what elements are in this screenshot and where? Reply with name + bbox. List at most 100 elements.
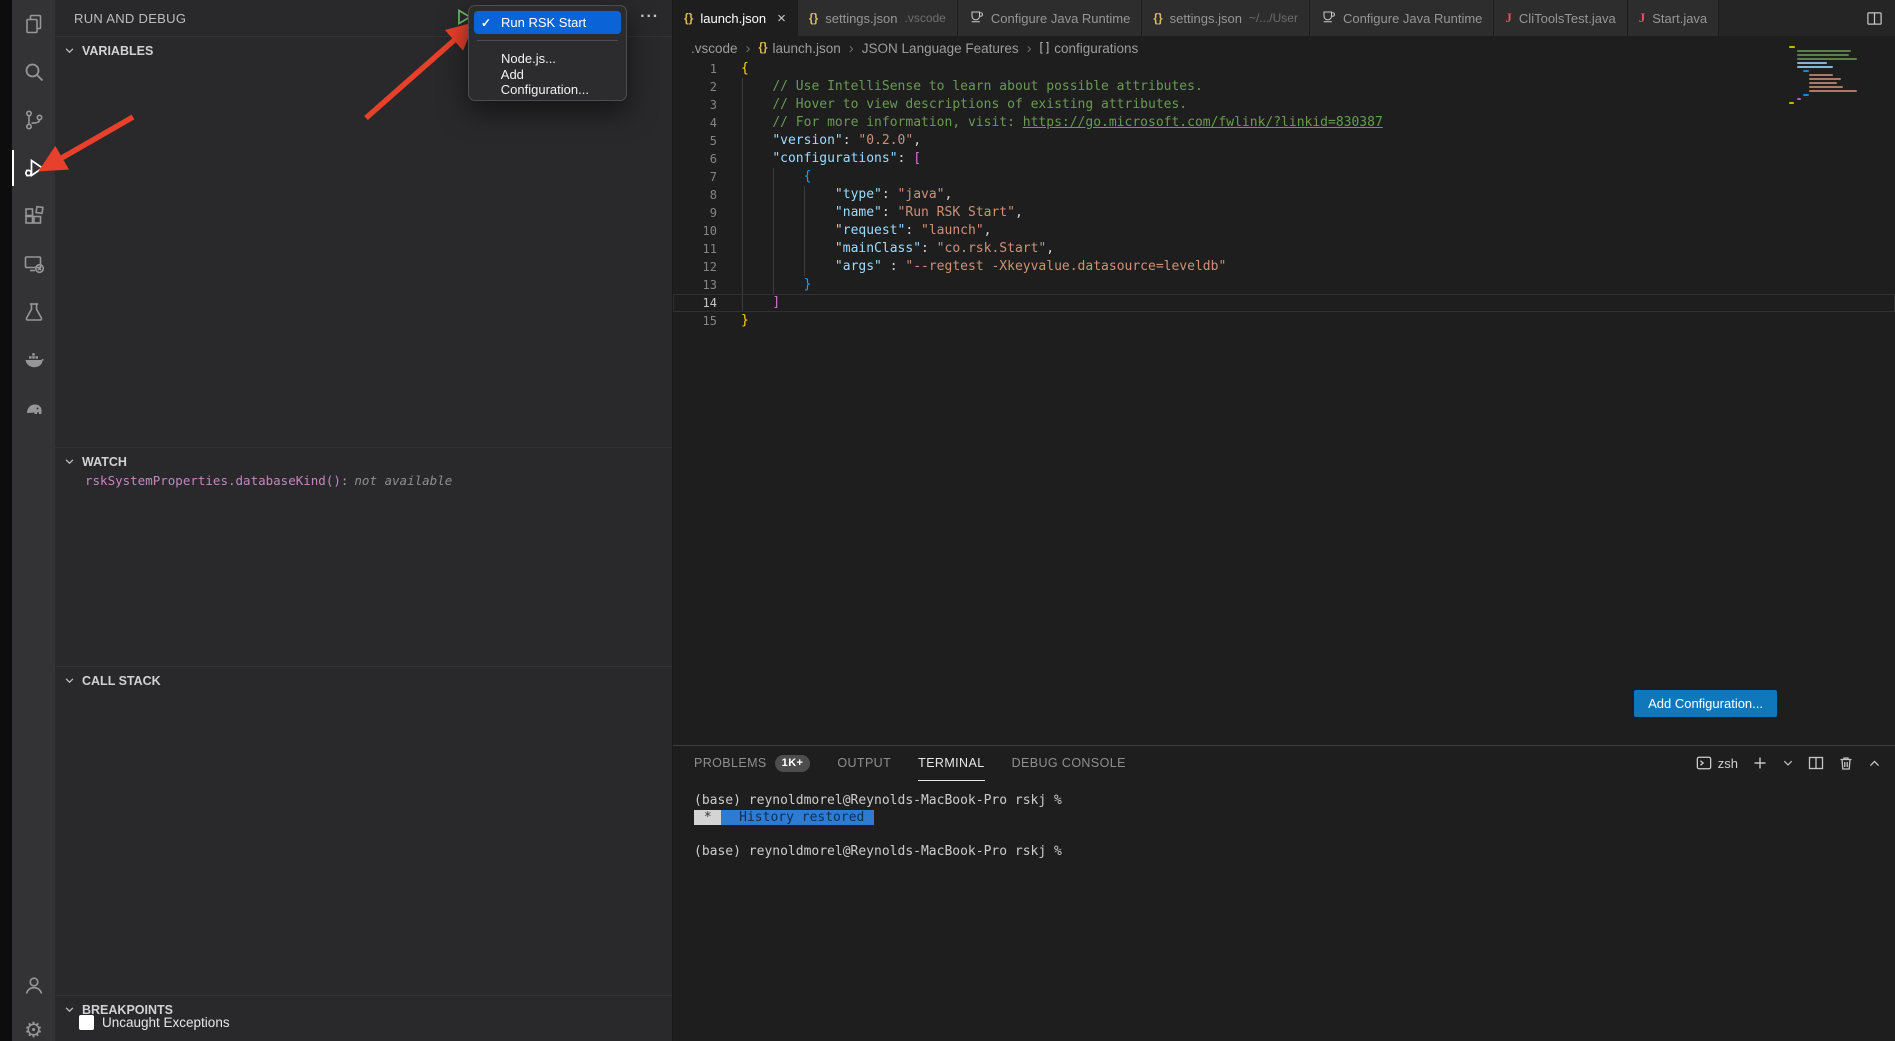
code-line-12[interactable]: 12 "args" : "--regtest -Xkeyvalue.dataso…	[673, 258, 1895, 276]
code-line-6[interactable]: 6 "configurations": [	[673, 150, 1895, 168]
editor-tab-start-java[interactable]: JStart.java	[1628, 0, 1719, 36]
docker-icon[interactable]	[12, 336, 55, 384]
code-line-14[interactable]: 14 ]	[673, 294, 1895, 312]
split-terminal-icon[interactable]	[1808, 755, 1824, 771]
breakpoint-uncaught-exceptions[interactable]: Uncaught Exceptions	[79, 1015, 230, 1030]
line-number: 6	[673, 150, 717, 168]
run-and-debug-icon[interactable]	[12, 144, 55, 192]
window-edge-strip	[0, 0, 12, 1041]
code-line-1[interactable]: 1{	[673, 60, 1895, 78]
editor-tab-settings-json[interactable]: {}settings.json~/.../User	[1142, 0, 1310, 36]
checkmark-icon: ✓	[481, 16, 496, 30]
panel-tab-output[interactable]: OUTPUT	[837, 746, 891, 781]
code-line-15[interactable]: 15}	[673, 312, 1895, 330]
minimap-line	[1809, 74, 1833, 76]
code-line-5[interactable]: 5 "version": "0.2.0",	[673, 132, 1895, 150]
panel-tab-label: PROBLEMS	[694, 756, 767, 770]
editor-tab-configure-java-runtime[interactable]: Configure Java Runtime	[958, 0, 1142, 36]
editor-tab-clitoolstest-java[interactable]: JCliToolsTest.java	[1494, 0, 1627, 36]
tab-label: CliToolsTest.java	[1519, 11, 1616, 26]
terminal-output[interactable]: (base) reynoldmorel@Reynolds-MacBook-Pro…	[673, 780, 1895, 860]
menu-item-add-configuration-[interactable]: Add Configuration...	[474, 70, 621, 93]
line-number: 4	[673, 114, 717, 132]
minimap-line	[1797, 66, 1833, 68]
tab-label: Configure Java Runtime	[991, 11, 1130, 26]
minimap-line	[1789, 46, 1795, 48]
code-line-7[interactable]: 7 {	[673, 168, 1895, 186]
terminal-shell-select[interactable]: zsh	[1696, 755, 1738, 771]
breadcrumb-item[interactable]: .vscode	[691, 41, 738, 56]
split-editor-icon[interactable]	[1866, 10, 1883, 27]
breadcrumb-item[interactable]: [ ]configurations	[1040, 41, 1139, 56]
source-control-icon[interactable]	[12, 96, 55, 144]
kill-terminal-trash-icon[interactable]	[1838, 755, 1854, 771]
checkbox[interactable]	[79, 1015, 94, 1030]
watch-expression-row[interactable]: rskSystemProperties.databaseKind():not a…	[85, 473, 452, 488]
accounts-icon[interactable]	[12, 961, 55, 1009]
menu-item-label: Node.js...	[501, 51, 556, 66]
minimap-line	[1803, 94, 1809, 96]
editor-tab-settings-json[interactable]: {}settings.json.vscode	[798, 0, 958, 36]
line-content: // For more information, visit: https://…	[741, 114, 1383, 132]
testing-icon[interactable]	[12, 288, 55, 336]
minimap-line	[1797, 58, 1857, 60]
chevron-down-icon	[64, 675, 75, 686]
panel-header: PROBLEMS1K+ OUTPUT TERMINAL DEBUG CONSOLE z…	[673, 746, 1895, 780]
minimap-line	[1809, 86, 1843, 88]
minimap-line	[1797, 54, 1849, 56]
code-line-8[interactable]: 8 "type": "java",	[673, 186, 1895, 204]
minimap-line	[1789, 102, 1794, 104]
code-line-13[interactable]: 13 }	[673, 276, 1895, 294]
maximize-panel-chevron-icon[interactable]	[1868, 757, 1881, 770]
section-call-stack[interactable]: CALL STACK	[55, 666, 672, 694]
line-content: "type": "java",	[741, 186, 952, 204]
remote-explorer-icon[interactable]	[12, 240, 55, 288]
line-number: 3	[673, 96, 717, 114]
panel-tab-terminal[interactable]: TERMINAL	[918, 746, 984, 781]
breadcrumb-item[interactable]: JSON Language Features	[862, 41, 1019, 56]
line-content: {	[741, 60, 749, 78]
add-configuration-button[interactable]: Add Configuration...	[1634, 690, 1777, 717]
tab-label: Start.java	[1652, 11, 1707, 26]
code-line-4[interactable]: 4 // For more information, visit: https:…	[673, 114, 1895, 132]
code-line-2[interactable]: 2 // Use IntelliSense to learn about pos…	[673, 78, 1895, 96]
vscode-window: ⚙ RUN AND DEBUG ⚙ ··· VARIABLES WATCH rs…	[0, 0, 1895, 1041]
line-number: 13	[673, 276, 717, 294]
panel-tab-problems[interactable]: PROBLEMS1K+	[694, 746, 810, 781]
code-editor[interactable]: 1{2 // Use IntelliSense to learn about p…	[673, 60, 1895, 330]
more-actions-icon[interactable]: ···	[640, 8, 659, 26]
minimap[interactable]	[1789, 46, 1861, 106]
explorer-icon[interactable]	[12, 0, 55, 48]
extensions-icon[interactable]	[12, 192, 55, 240]
launch-profile-chevron-icon[interactable]	[1782, 757, 1794, 769]
search-icon[interactable]	[12, 48, 55, 96]
json-braces-icon: {}	[684, 11, 693, 25]
new-terminal-icon[interactable]	[1752, 755, 1768, 771]
section-label: CALL STACK	[82, 674, 161, 688]
panel-tab-debug-console[interactable]: DEBUG CONSOLE	[1012, 746, 1126, 781]
section-watch[interactable]: WATCH	[55, 447, 672, 475]
panel-tab-label: TERMINAL	[918, 756, 984, 770]
code-line-9[interactable]: 9 "name": "Run RSK Start",	[673, 204, 1895, 222]
line-content: // Use IntelliSense to learn about possi…	[741, 78, 1203, 96]
minimap-line	[1809, 82, 1837, 84]
breadcrumb-label: launch.json	[772, 41, 840, 56]
line-number: 9	[673, 204, 717, 222]
line-number: 12	[673, 258, 717, 276]
menu-item-run-rsk-start[interactable]: ✓Run RSK Start	[474, 11, 621, 34]
minimap-line	[1809, 78, 1841, 80]
close-tab-icon[interactable]: ×	[777, 10, 786, 27]
editor-tab-launch-json[interactable]: {}launch.json×	[673, 0, 798, 36]
editor-tab-configure-java-runtime[interactable]: Configure Java Runtime	[1310, 0, 1494, 36]
code-line-10[interactable]: 10 "request": "launch",	[673, 222, 1895, 240]
code-line-3[interactable]: 3 // Hover to view descriptions of exist…	[673, 96, 1895, 114]
panel-tabs: PROBLEMS1K+ OUTPUT TERMINAL DEBUG CONSOLE	[694, 746, 1153, 780]
code-line-11[interactable]: 11 "mainClass": "co.rsk.Start",	[673, 240, 1895, 258]
terminal-line: (base) reynoldmorel@Reynolds-MacBook-Pro…	[694, 792, 1895, 809]
line-content: // Hover to view descriptions of existin…	[741, 96, 1187, 114]
line-number: 2	[673, 78, 717, 96]
gradle-icon[interactable]	[12, 384, 55, 432]
watch-value: not available	[354, 473, 452, 488]
breadcrumb-item[interactable]: {}launch.json	[759, 41, 841, 56]
settings-gear-icon[interactable]: ⚙	[12, 1007, 55, 1041]
